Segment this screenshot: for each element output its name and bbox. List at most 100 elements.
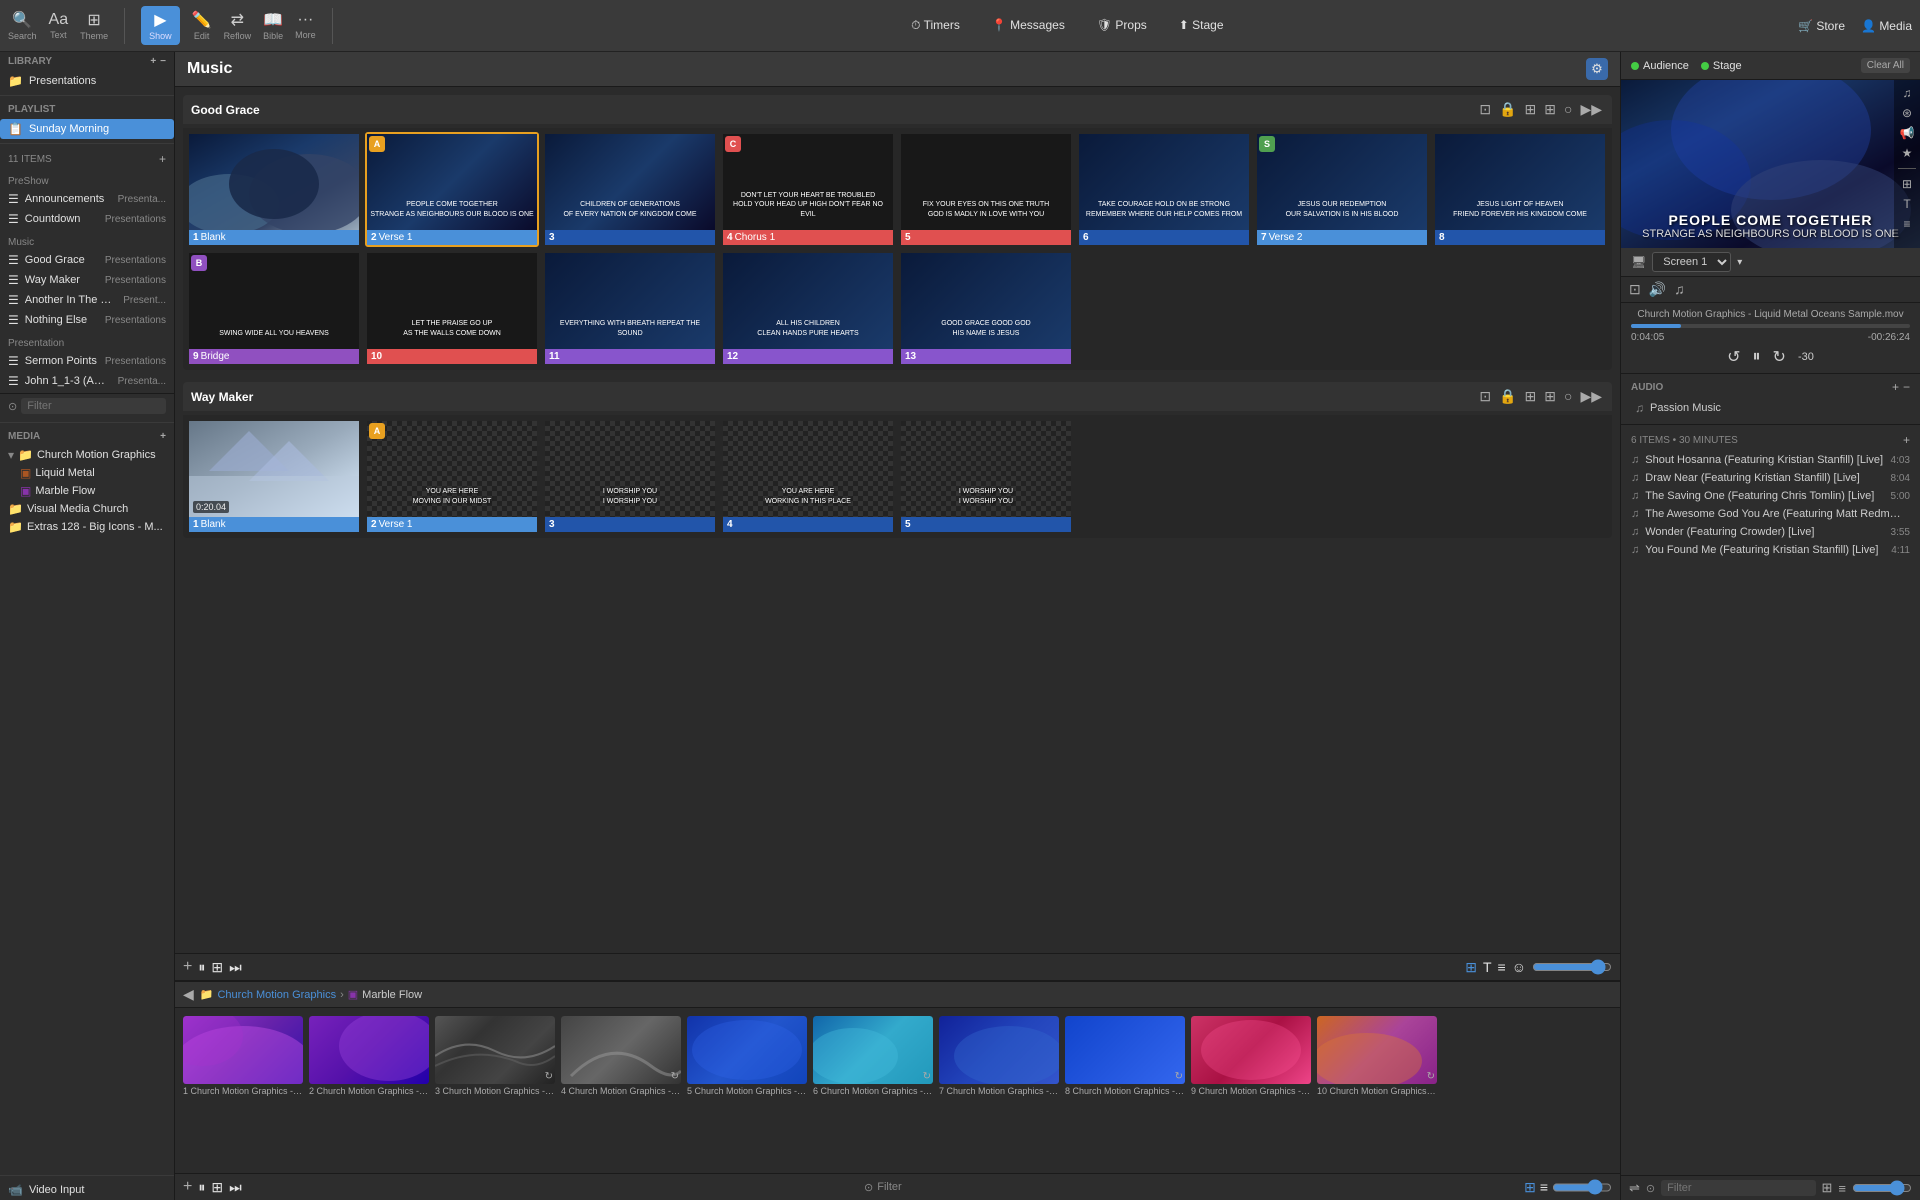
- monitor-out-icon[interactable]: ⊡: [1629, 281, 1641, 298]
- right-filter-input[interactable]: [1661, 1180, 1815, 1196]
- media-back-btn[interactable]: ◀: [183, 986, 194, 1003]
- music-output-icon[interactable]: ♫: [1674, 281, 1685, 298]
- text-view-btn[interactable]: T: [1483, 959, 1492, 975]
- wm-grid-icon[interactable]: ⊞: [1523, 386, 1539, 407]
- another-fire-item[interactable]: ☰ Another In The Fire Present...: [0, 290, 174, 310]
- star-icon[interactable]: ★: [1902, 146, 1913, 160]
- wm-expand-icon[interactable]: ⊞: [1542, 386, 1558, 407]
- media-thumb-10[interactable]: ↻ 10 Church Motion Graphics - ...: [1317, 1016, 1437, 1165]
- media-thumb-2[interactable]: 2 Church Motion Graphics - ...: [309, 1016, 429, 1165]
- shuffle-icon[interactable]: ⇌: [1629, 1180, 1640, 1196]
- wm-next-icon[interactable]: ▶▶: [1578, 386, 1604, 407]
- extras-item[interactable]: 📁 Extras 128 - Big Icons - M...: [0, 518, 174, 536]
- fast-forward-btn[interactable]: ↻: [1773, 347, 1786, 367]
- slide-8[interactable]: JESUS LIGHT OF HEAVENFRIEND FOREVER HIS …: [1433, 132, 1607, 247]
- loop-icon[interactable]: ○: [1562, 99, 1574, 120]
- audio-expand-btn[interactable]: −: [1903, 380, 1910, 394]
- add-song-btn[interactable]: +: [183, 958, 192, 976]
- media-thumb-1[interactable]: 1 Church Motion Graphics - Ma...: [183, 1016, 303, 1165]
- slide-3[interactable]: CHILDREN OF GENERATIONSOF EVERY NATION O…: [543, 132, 717, 247]
- text-preview-icon[interactable]: T: [1903, 197, 1910, 211]
- list-view-btn[interactable]: ≡: [1498, 959, 1506, 975]
- music-item-4[interactable]: ♫ The Awesome God You Are (Featuring Mat…: [1621, 505, 1920, 523]
- search-toolbar-btn[interactable]: 🔍 Search: [8, 10, 37, 41]
- pause-media-btn[interactable]: ⏸: [198, 1179, 205, 1196]
- play-pause-btn[interactable]: ⏸: [1753, 348, 1761, 366]
- edit-toolbar-btn[interactable]: ✏️ Edit: [192, 10, 212, 41]
- wm-slide-4[interactable]: YOU ARE HEREWORKING IN THIS PLACE 4: [721, 419, 895, 534]
- next-icon[interactable]: ▶▶: [1578, 99, 1604, 120]
- music-item-3[interactable]: ♫ The Saving One (Featuring Chris Tomlin…: [1621, 487, 1920, 505]
- slide-7[interactable]: S JESUS OUR REDEMPTIONOUR SALVATION IS I…: [1255, 132, 1429, 247]
- marble-flow-item[interactable]: ▣ Marble Flow: [0, 482, 174, 500]
- media-thumb-4[interactable]: ↻ 4 Church Motion Graphics - ...: [561, 1016, 681, 1165]
- store-btn[interactable]: 🛒 Store: [1798, 19, 1845, 33]
- passion-music-item[interactable]: ♫ Passion Music: [1631, 398, 1910, 418]
- church-motion-item[interactable]: ▾ 📁 Church Motion Graphics: [0, 446, 174, 464]
- messages-btn[interactable]: 📍 Messages: [992, 18, 1065, 33]
- reflow-toolbar-btn[interactable]: ⇄ Reflow: [224, 10, 252, 41]
- music-item-2[interactable]: ♫ Draw Near (Featuring Kristian Stanfill…: [1621, 469, 1920, 487]
- settings-btn[interactable]: ⚙: [1586, 58, 1608, 80]
- progress-bar[interactable]: [1631, 324, 1910, 328]
- timers-btn[interactable]: ⏱ Timers: [911, 18, 960, 33]
- grid-icon[interactable]: ⊞: [1523, 99, 1539, 120]
- minus-30-btn[interactable]: -30: [1798, 351, 1814, 363]
- library-collapse-btn[interactable]: −: [160, 56, 166, 67]
- countdown-item[interactable]: ☰ Countdown Presentations: [0, 209, 174, 229]
- slide-11[interactable]: EVERYTHING WITH BREATH REPEAT THE SOUND …: [543, 251, 717, 366]
- library-filter-input[interactable]: [21, 398, 166, 414]
- megaphone-icon[interactable]: 📢: [1900, 126, 1915, 140]
- music-item-6[interactable]: ♫ You Found Me (Featuring Kristian Stanf…: [1621, 541, 1920, 559]
- media-add-btn[interactable]: +: [160, 431, 166, 442]
- wm-screen-icon[interactable]: ⊡: [1477, 386, 1493, 407]
- wm-slide-5[interactable]: I WORSHIP YOUI WORSHIP YOU 5: [899, 419, 1073, 534]
- right-volume-slider[interactable]: [1852, 1180, 1912, 1196]
- slide-12[interactable]: ALL HIS CHILDRENCLEAN HANDS PURE HEARTS …: [721, 251, 895, 366]
- bible-toolbar-btn[interactable]: 📖 Bible: [263, 10, 283, 41]
- expand-icon[interactable]: ⊞: [1542, 99, 1558, 120]
- more-toolbar-btn[interactable]: ··· More: [295, 11, 316, 40]
- way-maker-sidebar-item[interactable]: ☰ Way Maker Presentations: [0, 270, 174, 290]
- wm-loop-icon[interactable]: ○: [1562, 386, 1574, 407]
- library-add-btn[interactable]: +: [150, 56, 156, 67]
- music-note-icon[interactable]: ♫: [1903, 86, 1912, 100]
- media-thumb-3[interactable]: ↻ 3 Church Motion Graphics - ...: [435, 1016, 555, 1165]
- media-thumb-7[interactable]: 7 Church Motion Graphics - Ma...: [939, 1016, 1059, 1165]
- good-grace-sidebar-item[interactable]: ☰ Good Grace Presentations: [0, 250, 174, 270]
- screen-dropdown[interactable]: Screen 1: [1652, 252, 1731, 272]
- wm-slide-2[interactable]: A YOU ARE HEREMOVING IN OUR MIDST 2 Vers…: [365, 419, 539, 534]
- sunday-morning-item[interactable]: 📋 Sunday Morning: [0, 119, 174, 139]
- slide-4[interactable]: C DON'T LET YOUR HEART BE TROUBLEDHOLD Y…: [721, 132, 895, 247]
- slide-13[interactable]: GOOD GRACE GOOD GODHIS NAME IS JESUS 13: [899, 251, 1073, 366]
- next-btn[interactable]: ⏭: [229, 959, 242, 976]
- wm-slide-1[interactable]: 0:20.04 1 Blank: [187, 419, 361, 534]
- music-item-1[interactable]: ♫ Shout Hosanna (Featuring Kristian Stan…: [1621, 451, 1920, 469]
- add-media-btn[interactable]: +: [183, 1178, 192, 1196]
- lock-icon[interactable]: 🔒: [1497, 99, 1518, 120]
- list-preview-icon[interactable]: ≡: [1903, 217, 1910, 231]
- playlist-add-btn[interactable]: +: [1903, 433, 1910, 447]
- nothing-else-item[interactable]: ☰ Nothing Else Presentations: [0, 310, 174, 330]
- show-toolbar-btn[interactable]: ▶ Show: [141, 6, 180, 45]
- list-right-btn[interactable]: ≡: [1838, 1181, 1846, 1196]
- wm-slide-3[interactable]: I WORSHIP YOUI WORSHIP YOU 3: [543, 419, 717, 534]
- slide-5[interactable]: FIX YOUR EYES ON THIS ONE TRUTHGOD IS MA…: [899, 132, 1073, 247]
- items-add-btn[interactable]: +: [159, 152, 166, 166]
- forward-media-btn[interactable]: ⏭: [229, 1179, 242, 1196]
- emoji-btn[interactable]: ☺: [1512, 959, 1526, 975]
- grid-view-btn[interactable]: ⊞: [211, 959, 223, 976]
- media-thumb-5[interactable]: 5 Church Motion Graphics - Ma...: [687, 1016, 807, 1165]
- announcements-item[interactable]: ☰ Announcements Presenta...: [0, 189, 174, 209]
- slide-6[interactable]: TAKE COURAGE HOLD ON BE STRONGREMEMBER W…: [1077, 132, 1251, 247]
- theme-toolbar-btn[interactable]: ⊞ Theme: [80, 10, 108, 41]
- stage-btn[interactable]: ⬆ Stage: [1179, 18, 1224, 33]
- media-thumb-6[interactable]: ↻ 6 Church Motion Graphics - ...: [813, 1016, 933, 1165]
- slide-1[interactable]: 0:30.00 1 Blank: [187, 132, 361, 247]
- grid-btn[interactable]: ⊞: [1465, 959, 1477, 976]
- slide-2[interactable]: A PEOPLE COME TOGETHERSTRANGE AS NEIGHBO…: [365, 132, 539, 247]
- sermon-points-item[interactable]: ☰ Sermon Points Presentations: [0, 351, 174, 371]
- text-toolbar-btn[interactable]: Aa Text: [49, 11, 69, 40]
- props-btn[interactable]: 🛡 Props: [1097, 18, 1147, 33]
- wm-lock-icon[interactable]: 🔒: [1497, 386, 1518, 407]
